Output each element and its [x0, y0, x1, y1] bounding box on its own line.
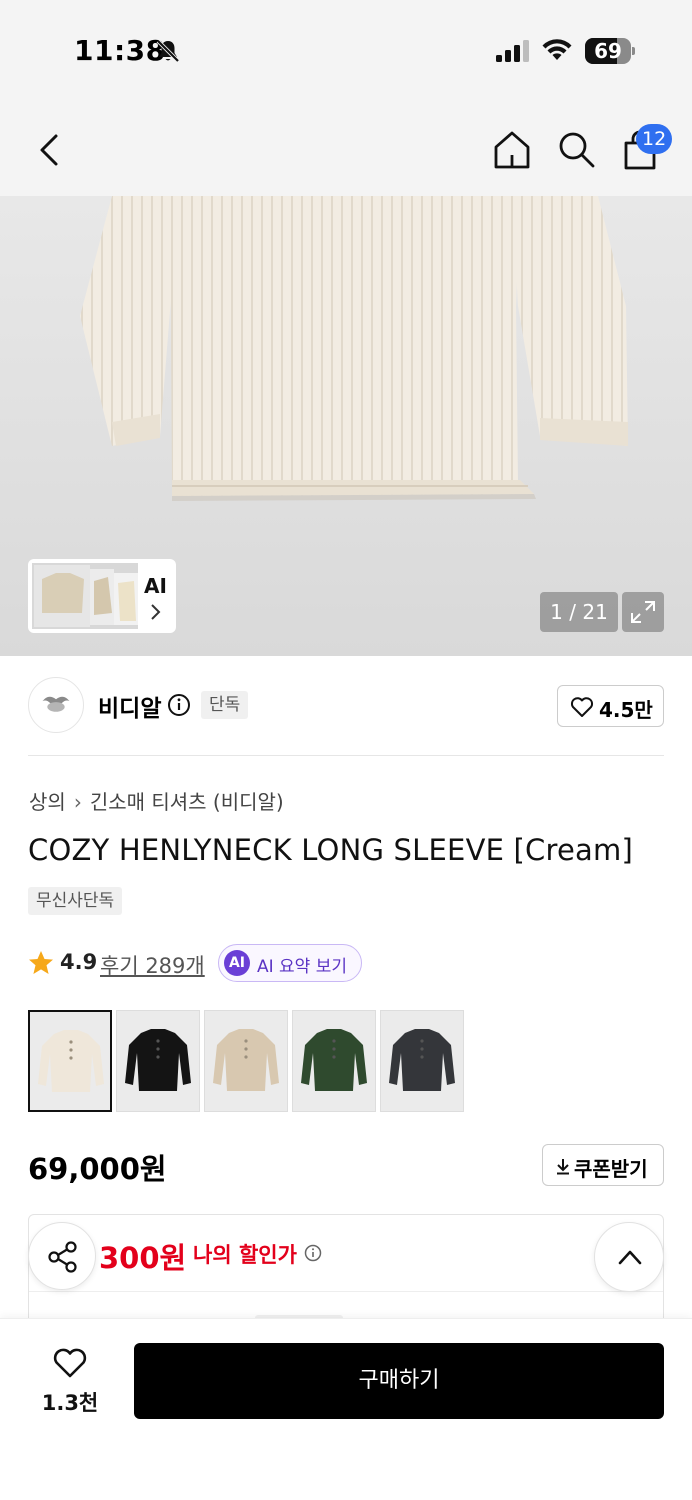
share-icon [48, 1241, 77, 1273]
heart-icon [53, 1348, 87, 1378]
brand-like-button[interactable]: 4.5만 [557, 685, 664, 727]
ai-summary-button[interactable]: AI AI 요약 보기 [218, 944, 362, 982]
collapse-button[interactable] [594, 1222, 664, 1292]
ai-styling-thumbnails [32, 563, 138, 629]
rating-value: 4.9 [60, 950, 98, 974]
ai-summary-label: AI 요약 보기 [257, 957, 348, 977]
home-icon[interactable] [490, 128, 534, 172]
color-option-thumbnail [125, 1029, 191, 1091]
product-price: 69,000원 [28, 1152, 167, 1186]
brand-like-count: 4.5만 [599, 698, 653, 722]
download-icon [557, 1159, 569, 1175]
ai-label: AI [144, 574, 167, 598]
status-bar: 11:38 69 [0, 0, 692, 100]
search-icon[interactable] [555, 128, 597, 170]
breadcrumb-subcategory[interactable]: 긴소매 티셔츠 (비디알) [90, 790, 284, 814]
image-page-indicator: 1 / 21 [540, 592, 618, 632]
color-option-thumbnail [38, 1030, 104, 1092]
ai-styling-card[interactable]: AI [28, 559, 176, 633]
exclusive-tag: 단독 [201, 691, 249, 719]
wishlist-count: 1.3천 [41, 1391, 99, 1415]
buy-button[interactable]: 구매하기 [134, 1343, 664, 1419]
battery-level: 69 [594, 39, 622, 63]
back-icon[interactable] [32, 130, 68, 170]
review-link[interactable]: 후기 289개 [100, 950, 205, 980]
info-icon[interactable] [304, 1244, 322, 1262]
status-time: 11:38 [74, 34, 166, 67]
heart-icon [570, 697, 594, 717]
breadcrumb: 상의 › 긴소매 티셔츠 (비디알) [29, 786, 284, 815]
color-option-thumbnail [389, 1029, 455, 1091]
cart-count-badge: 12 [636, 124, 673, 154]
color-option-swatch[interactable] [380, 1010, 464, 1112]
brand-name[interactable]: 비디알 [98, 689, 161, 723]
discount-amount: 300원 [99, 1241, 187, 1275]
brand-row: 비디알 단독 4.5만 [0, 656, 692, 756]
musinsa-exclusive-badge: 무신사단독 [28, 887, 123, 915]
discount-label: 나의 할인가 [193, 1243, 297, 1267]
star-icon [29, 951, 53, 974]
rating-row: 4.9 후기 289개 AI AI 요약 보기 [28, 944, 668, 982]
color-option-swatch[interactable] [204, 1010, 288, 1112]
chevron-right-icon [151, 604, 161, 620]
share-button[interactable] [28, 1222, 96, 1290]
color-option-thumbnail [213, 1029, 279, 1091]
color-option-thumbnail [301, 1029, 367, 1091]
bottom-action-bar: 1.3천 구매하기 [0, 1318, 692, 1500]
divider [28, 755, 664, 756]
product-image-gallery[interactable]: AI 1 / 21 [0, 196, 692, 656]
product-detail-page: 11:38 69 12 AI 1 / 21 비디알 단독 4.5만 상의 › 긴… [0, 0, 692, 1500]
color-option-swatch[interactable] [116, 1010, 200, 1112]
color-option-swatch[interactable] [292, 1010, 376, 1112]
expand-icon[interactable] [622, 592, 664, 632]
wishlist-button[interactable]: 1.3천 [28, 1345, 112, 1421]
bell-off-icon [156, 39, 180, 63]
breadcrumb-category[interactable]: 상의 [29, 790, 66, 814]
ai-badge-icon: AI [224, 950, 250, 976]
coupon-button[interactable]: 쿠폰받기 [542, 1144, 664, 1186]
product-title: COZY HENLYNECK LONG SLEEVE [Cream] [28, 833, 633, 867]
battery-indicator: 69 [585, 38, 635, 64]
brand-logo[interactable] [28, 677, 84, 733]
chevron-right-icon: › [73, 790, 82, 814]
wifi-icon [542, 39, 572, 60]
chevron-up-icon [618, 1250, 642, 1265]
divider [29, 1291, 663, 1292]
color-options [28, 1010, 668, 1112]
info-icon[interactable] [167, 693, 191, 717]
cellular-signal-icon [496, 40, 529, 62]
top-nav-bar [0, 100, 692, 196]
coupon-label: 쿠폰받기 [574, 1157, 648, 1181]
color-option-swatch[interactable] [28, 1010, 112, 1112]
